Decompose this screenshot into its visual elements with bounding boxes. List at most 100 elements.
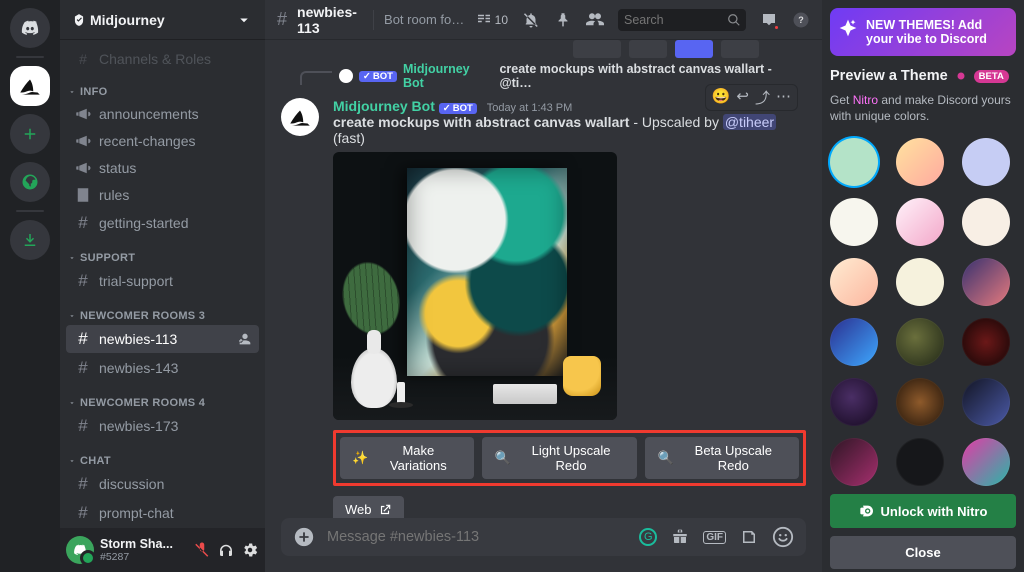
server-rail — [0, 0, 60, 572]
theme-swatch[interactable] — [830, 378, 878, 426]
channel-item[interactable]: rules — [66, 182, 259, 208]
theme-swatch[interactable] — [830, 318, 878, 366]
message-author[interactable]: Midjourney Bot — [333, 98, 435, 114]
user-panel: Storm Sha... #5287 — [60, 528, 265, 572]
theme-swatch[interactable] — [962, 198, 1010, 246]
message-input[interactable] — [327, 529, 627, 545]
server-header[interactable]: Midjourney — [60, 0, 265, 40]
search-box[interactable] — [618, 9, 746, 31]
svg-text:?: ? — [798, 15, 804, 25]
boost-icon — [72, 13, 86, 27]
message-avatar[interactable] — [281, 98, 319, 136]
mute-icon[interactable] — [193, 541, 211, 559]
component-row-highlighted: ✨Make Variations🔍Light Upscale Redo🔍Beta… — [333, 430, 806, 486]
threads-button[interactable]: 10 — [475, 11, 508, 29]
theme-swatch[interactable] — [896, 258, 944, 306]
channel-item[interactable]: #prompt-chat — [66, 499, 259, 527]
theme-swatch[interactable] — [830, 198, 878, 246]
search-input[interactable] — [624, 13, 704, 27]
help-icon[interactable]: ? — [792, 11, 810, 29]
channel-sidebar: Midjourney # Channels & Roles INFO announ… — [60, 0, 265, 572]
category-header[interactable]: INFO — [66, 72, 259, 100]
close-panel-button[interactable]: Close — [830, 536, 1016, 569]
hash-icon: # — [277, 9, 287, 30]
inbox-button[interactable] — [760, 11, 778, 29]
web-link-button[interactable]: Web — [333, 496, 404, 518]
theme-swatch[interactable] — [896, 378, 944, 426]
attach-button[interactable] — [293, 526, 315, 548]
self-user-info[interactable]: Storm Sha... #5287 — [100, 537, 187, 563]
channel-topic[interactable]: Bot room for ne... — [384, 12, 465, 27]
image-attachment[interactable] — [333, 152, 617, 420]
grammarly-icon[interactable]: G — [639, 528, 657, 546]
thread-icon[interactable]: ⤴ — [755, 87, 770, 108]
channel-item[interactable]: status — [66, 155, 259, 181]
category-header[interactable]: NEWCOMER ROOMS 3 — [66, 296, 259, 324]
threads-count: 10 — [495, 13, 508, 27]
theme-swatch[interactable] — [962, 258, 1010, 306]
theme-swatch[interactable] — [896, 198, 944, 246]
theme-swatch[interactable] — [962, 378, 1010, 426]
sticker-picker-icon[interactable] — [740, 528, 758, 546]
channel-label: getting-started — [99, 215, 189, 231]
server-midjourney-icon[interactable] — [10, 66, 50, 106]
action-button[interactable]: 🔍Beta Upscale Redo — [645, 437, 799, 479]
channel-item[interactable]: #trial-support — [66, 267, 259, 295]
message-list: ✓ BOT Midjourney Bot create mockups with… — [265, 40, 822, 518]
category-header[interactable]: CHAT — [66, 441, 259, 469]
channel-label: announcements — [99, 106, 199, 122]
theme-swatch[interactable] — [896, 318, 944, 366]
theme-swatch[interactable] — [896, 138, 944, 186]
theme-swatch[interactable] — [830, 258, 878, 306]
nitro-icon — [859, 503, 875, 519]
create-invite-icon[interactable] — [235, 331, 251, 347]
channel-item[interactable]: recent-changes — [66, 128, 259, 154]
hash-icon: # — [74, 213, 92, 233]
channel-item[interactable]: announcements — [66, 101, 259, 127]
download-apps-button[interactable] — [10, 220, 50, 260]
category-header[interactable]: NEWCOMER ROOMS 4 — [66, 383, 259, 411]
category-header[interactable]: SUPPORT — [66, 238, 259, 266]
promo-banner[interactable]: NEW THEMES! Add your vibe to Discord — [830, 8, 1016, 56]
promo-text-1: NEW THEMES! Add — [866, 18, 1006, 32]
gift-icon[interactable] — [671, 528, 689, 546]
channel-item[interactable]: # getting-started — [66, 209, 259, 237]
notifications-muted-icon[interactable] — [522, 11, 540, 29]
unlock-nitro-button[interactable]: Unlock with Nitro — [830, 494, 1016, 528]
reaction-icon[interactable]: 😀 — [712, 87, 731, 108]
message-content: create mockups with abstract canvas wall… — [333, 114, 806, 146]
self-avatar[interactable] — [66, 536, 94, 564]
channel-item[interactable]: #newbies-143 — [66, 354, 259, 382]
channel-item[interactable]: #newbies-173 — [66, 412, 259, 440]
channel-item[interactable]: #newbies-113 — [66, 325, 259, 353]
more-icon[interactable]: ⋯ — [776, 87, 791, 108]
channel-item[interactable]: #discussion — [66, 470, 259, 498]
explore-servers-button[interactable] — [10, 162, 50, 202]
theme-swatch[interactable] — [962, 138, 1010, 186]
main-area: # newbies-113 Bot room for ne... 10 ? — [265, 0, 822, 572]
add-server-button[interactable] — [10, 114, 50, 154]
message-input-bar[interactable]: G GIF — [281, 518, 806, 556]
action-button[interactable]: ✨Make Variations — [340, 437, 474, 479]
theme-swatch[interactable] — [962, 438, 1010, 486]
action-button[interactable]: 🔍Light Upscale Redo — [482, 437, 637, 479]
theme-swatch[interactable] — [830, 138, 878, 186]
reply-icon[interactable]: ↩ — [736, 87, 749, 108]
theme-swatch-grid — [830, 138, 1016, 486]
emoji-icon: 🔍 — [494, 450, 510, 466]
pinned-messages-icon[interactable] — [554, 11, 572, 29]
theme-swatch[interactable] — [896, 438, 944, 486]
settings-gear-icon[interactable] — [241, 541, 259, 559]
channel-stale[interactable]: # Channels & Roles — [66, 47, 259, 71]
ghost-button — [573, 40, 621, 58]
message-action-bar[interactable]: 😀 ↩ ⤴ ⋯ — [705, 84, 798, 111]
member-list-icon[interactable] — [586, 11, 604, 29]
gif-picker-icon[interactable]: GIF — [703, 531, 726, 544]
emoji-picker-icon[interactable] — [772, 526, 794, 548]
headphones-icon[interactable] — [217, 541, 235, 559]
theme-swatch[interactable] — [830, 438, 878, 486]
message-timestamp: Today at 1:43 PM — [487, 102, 573, 114]
discord-home-icon[interactable] — [10, 8, 50, 48]
message: 😀 ↩ ⤴ ⋯ Midjourney Bot ✓ BOT Today at 1:… — [281, 92, 806, 518]
theme-swatch[interactable] — [962, 318, 1010, 366]
